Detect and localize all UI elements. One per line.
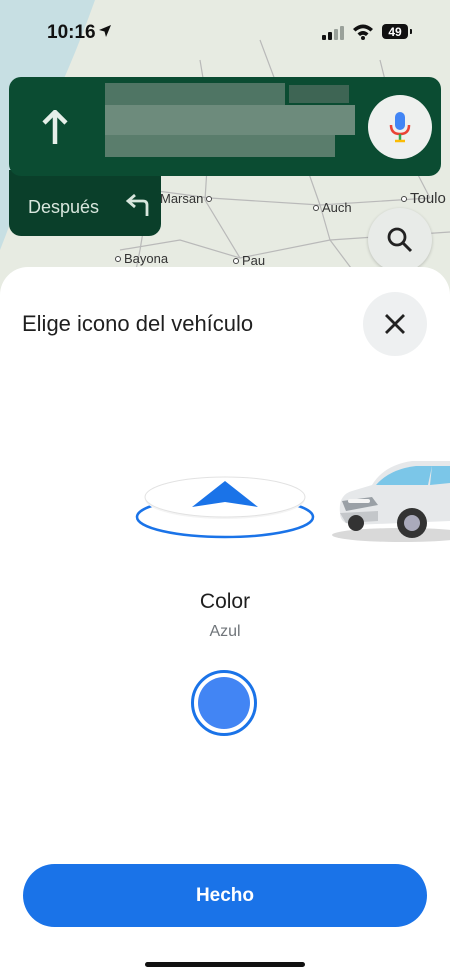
arrow-up-icon [42, 110, 68, 144]
battery-level: 49 [388, 24, 402, 39]
map-city-label: Pau [233, 253, 265, 268]
close-icon [385, 314, 405, 334]
next-step-label: Después [28, 197, 100, 217]
map-city-label: Bayona [115, 251, 168, 266]
vehicle-option-car[interactable] [332, 455, 450, 550]
car-icon [332, 461, 450, 542]
battery-tip [410, 29, 412, 34]
voice-search-button[interactable] [368, 95, 432, 159]
map-search-button[interactable] [368, 208, 432, 272]
turn-left-icon [125, 194, 149, 216]
navigation-arrow-icon [135, 476, 315, 539]
search-icon [387, 227, 413, 253]
redacted-text [105, 135, 335, 157]
sheet-title: Elige icono del vehículo [22, 311, 254, 336]
done-button[interactable]: Hecho [23, 864, 427, 927]
wifi-icon [353, 24, 373, 40]
vehicle-icon-sheet: Elige icono del vehículo Color Azul Hech… [0, 267, 450, 976]
map-city-label: Toulo [401, 190, 446, 207]
battery-icon: 49 [382, 24, 408, 39]
redacted-text [105, 105, 355, 135]
next-step-panel[interactable]: Después [9, 170, 161, 236]
status-bar: 10:16 49 [0, 0, 450, 60]
map-city-label: Auch [313, 200, 352, 215]
redacted-text [105, 83, 285, 105]
location-arrow-icon [99, 25, 111, 37]
microphone-icon [389, 112, 411, 143]
vehicle-option-arrow[interactable] [132, 467, 318, 548]
redacted-text [289, 85, 349, 103]
color-swatch [198, 677, 250, 729]
color-swatch-button[interactable] [191, 670, 257, 736]
map-city-label: Marsan [160, 191, 213, 206]
close-button[interactable] [363, 292, 427, 356]
color-label: Color [199, 590, 251, 613]
home-indicator [145, 962, 305, 967]
status-time: 10:16 [47, 22, 96, 43]
color-value: Azul [209, 623, 241, 640]
cellular-signal-icon [322, 26, 344, 40]
